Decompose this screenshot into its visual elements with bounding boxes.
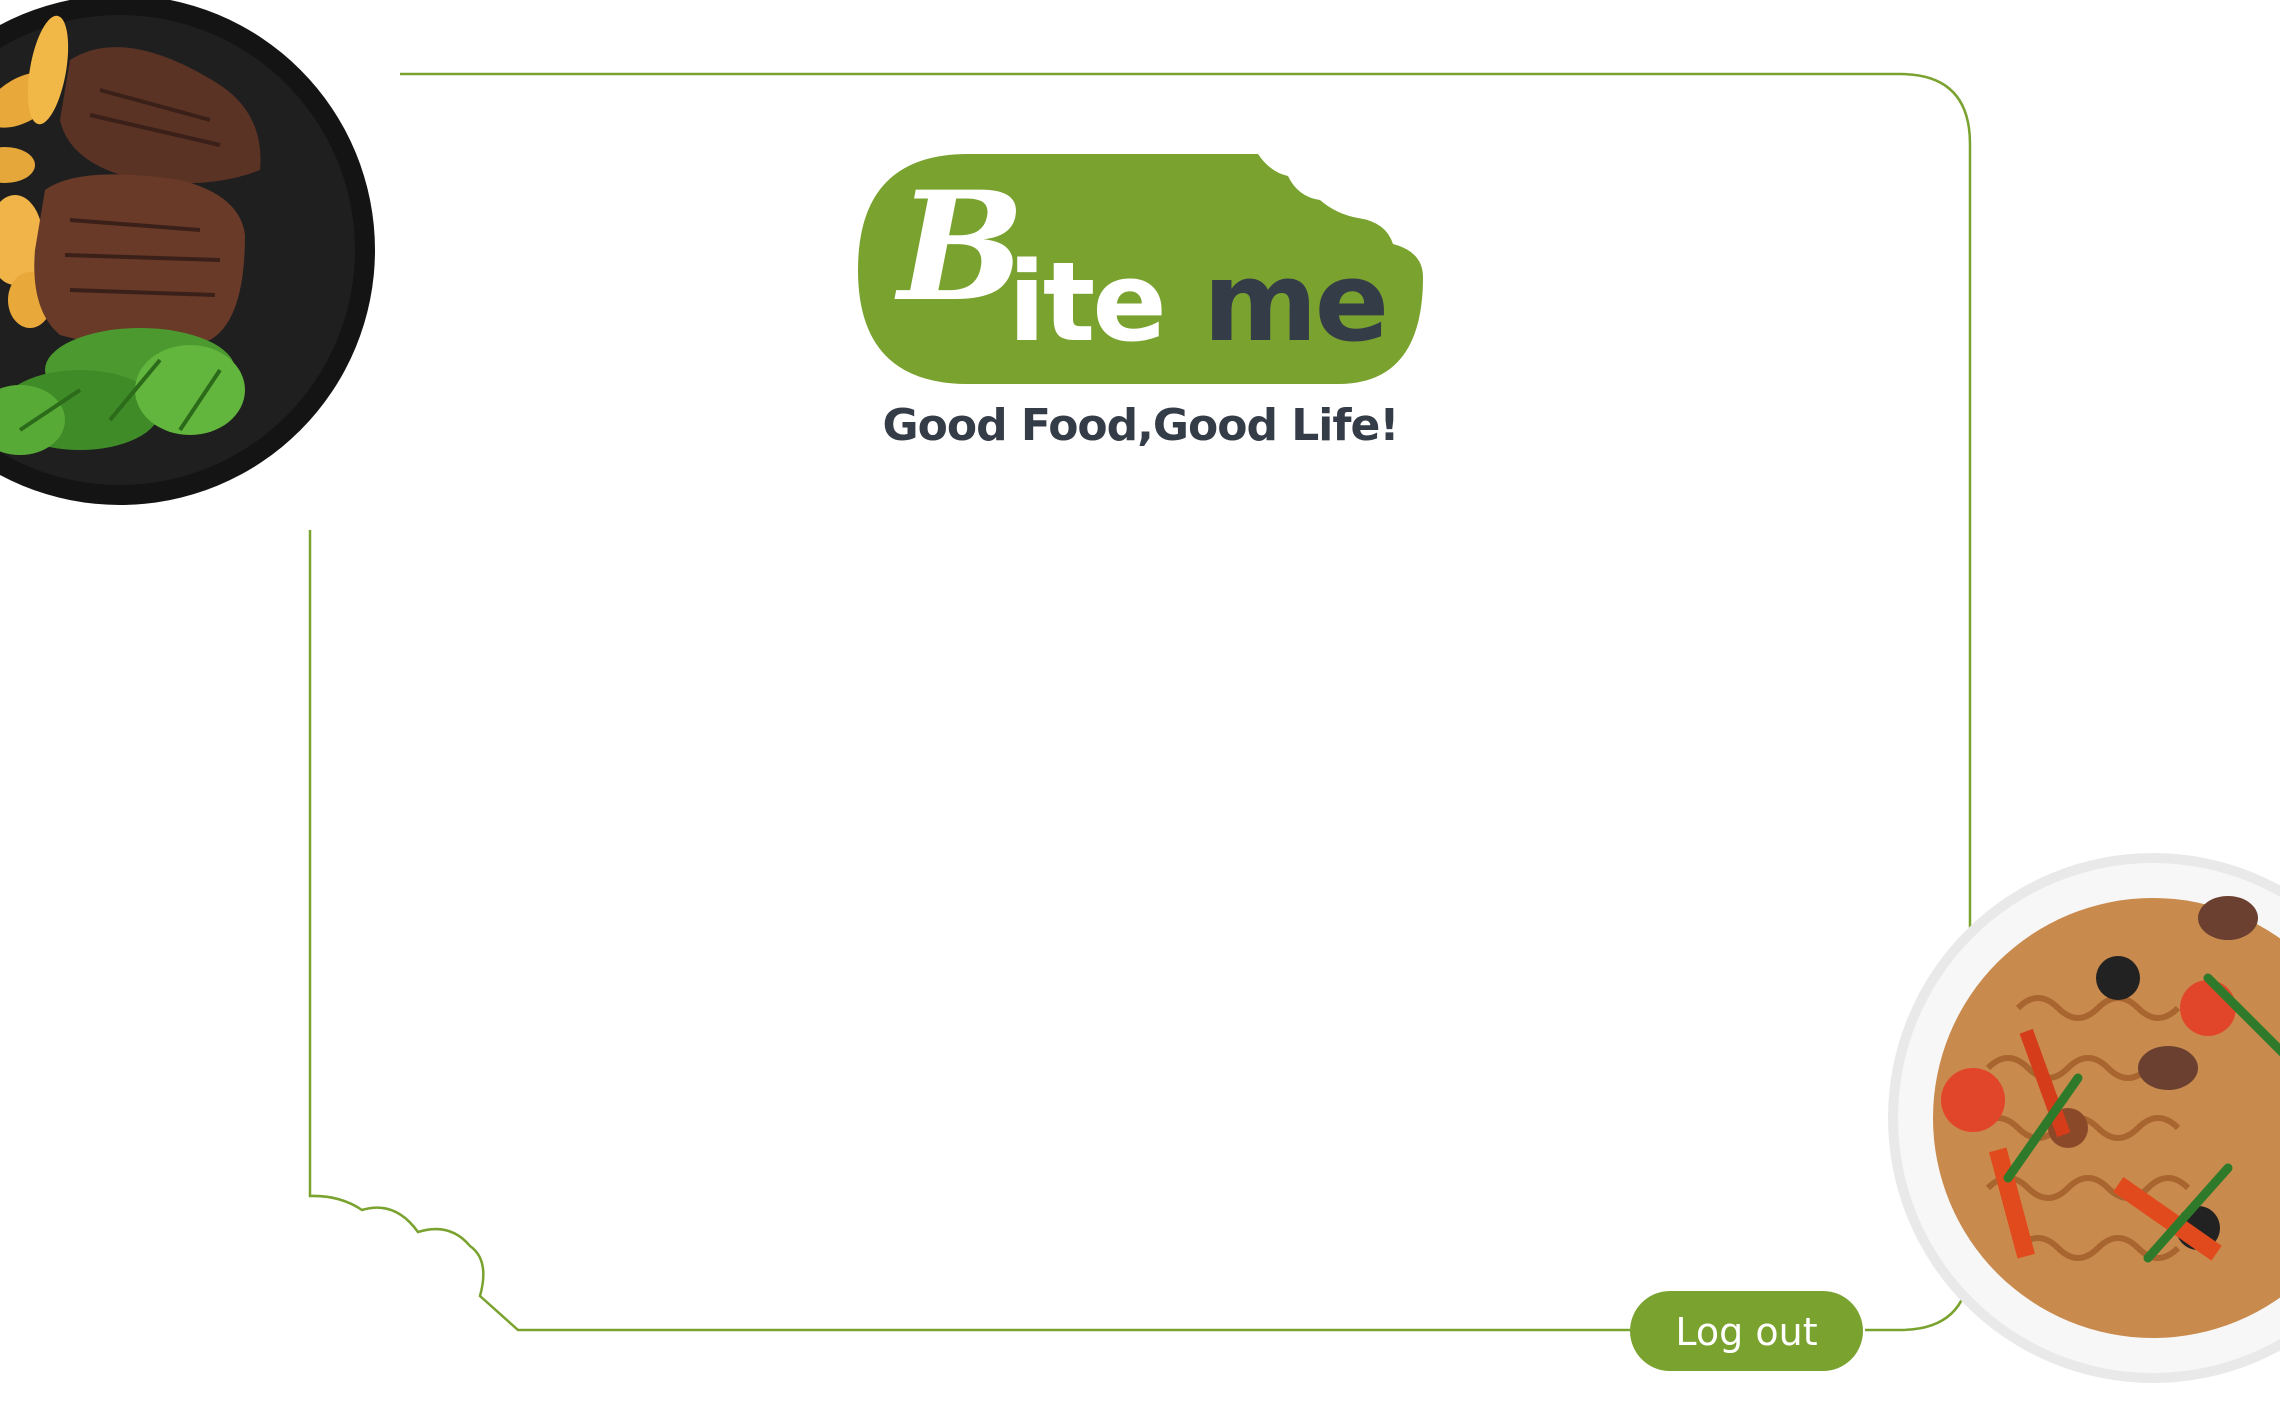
logo-text-light: ite: [1008, 238, 1167, 366]
biteme-logo: B ite me: [858, 152, 1423, 387]
logo-text-dark: me: [1203, 238, 1389, 366]
pasta-bowl-image: [1888, 853, 2280, 1383]
logout-button[interactable]: Log out: [1630, 1291, 1863, 1371]
steak-plate-image: [0, 0, 375, 505]
app-page: B ite me Good Food,Good Life! Log out: [0, 0, 2280, 1425]
logo-initial: B: [898, 159, 1025, 335]
brand-tagline: Good Food,Good Life!: [882, 400, 1400, 451]
